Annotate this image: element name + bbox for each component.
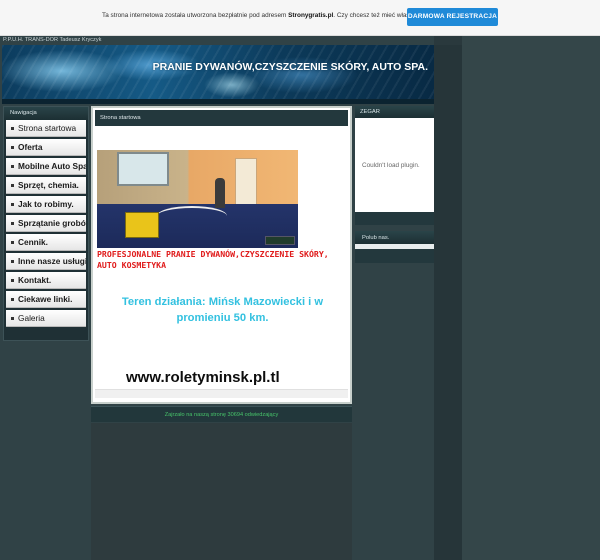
bullet-icon (11, 184, 14, 188)
nav-item-label: Cennik. (18, 237, 48, 247)
nav-item-label: Oferta (18, 142, 43, 152)
nav-item-sprzatanie-grobow[interactable]: Sprzątanie grobów. (6, 215, 86, 232)
nav-item-jak-to-robimy[interactable]: Jak to robimy. (6, 196, 86, 213)
bullet-icon (11, 298, 14, 302)
nav-item-galeria[interactable]: Galeria (6, 310, 86, 327)
navigation-sidebar: Nawigacja Strona startowa Oferta Mobilne… (3, 106, 89, 341)
content-bottom-divider (95, 389, 348, 398)
bullet-icon (11, 127, 14, 131)
main-content: Strona startowa PROFESJONALNE PRANIE DYW… (91, 106, 352, 404)
photo-window (117, 152, 169, 186)
nav-item-label: Mobilne Auto Spa. (18, 161, 86, 171)
company-name: P.P.U.H. TRANS-DOR Tadeusz Kryczyk (3, 37, 102, 43)
bullet-icon (11, 203, 14, 207)
content-lower-area (91, 423, 352, 560)
nav-item-label: Sprzęt, chemia. (18, 180, 79, 190)
photo-door (235, 158, 257, 208)
registration-notice-bar: Ta strona internetowa została utworzona … (0, 0, 600, 36)
visitor-counter-bar: Zajrzało na naszą stronę 30694 odwiedzaj… (91, 406, 352, 422)
clock-footer (355, 212, 434, 225)
navigation-header: Nawigacja (4, 107, 88, 120)
right-sidebar: ZEGAR Couldn't load plugin. Polub nas. (355, 106, 434, 263)
nav-item-label: Ciekawe linki. (18, 294, 73, 304)
photo-cleaning-machine (125, 212, 159, 238)
like-us-footer (355, 249, 434, 263)
bullet-icon (11, 146, 14, 150)
nav-item-ciekawe-linki[interactable]: Ciekawe linki. (6, 291, 86, 308)
nav-item-label: Inne nasze usługi. (18, 256, 86, 266)
website-url-link[interactable]: www.roletyminsk.pl.tl (126, 369, 280, 386)
nav-item-mobilne-auto-spa[interactable]: Mobilne Auto Spa. (6, 158, 86, 175)
nav-item-label: Galeria (18, 313, 45, 323)
clock-plugin-box: Couldn't load plugin. (355, 118, 434, 212)
plugin-error-message: Couldn't load plugin. (362, 162, 420, 169)
right-edge-strip (434, 45, 462, 560)
free-registration-button[interactable]: DARMOWA REJESTRACJA (407, 8, 498, 26)
bullet-icon (11, 260, 14, 264)
bullet-icon (11, 317, 14, 321)
notice-text-prefix: Ta strona internetowa została utworzona … (102, 12, 287, 19)
services-headline: PROFESJONALNE PRANIE DYWANÓW,CZYSZCZENIE… (97, 249, 329, 270)
notice-text: Ta strona internetowa została utworzona … (102, 12, 440, 19)
clock-header: ZEGAR (355, 106, 434, 118)
nav-item-cennik[interactable]: Cennik. (6, 234, 86, 251)
site-title: PRANIE DYWANÓW,CZYSZCZENIE SKÓRY, AUTO S… (152, 61, 428, 73)
banner-bottom-strip (2, 99, 434, 104)
nav-item-strona-startowa[interactable]: Strona startowa (6, 120, 86, 137)
service-area-text: Teren działania: Mińsk Mazowiecki i w pr… (121, 296, 324, 324)
header-banner: PRANIE DYWANÓW,CZYSZCZENIE SKÓRY, AUTO S… (2, 45, 434, 99)
nav-item-label: Jak to robimy. (18, 199, 74, 209)
photo-watermark-logo (265, 236, 295, 245)
nav-item-inne-uslugi[interactable]: Inne nasze usługi. (6, 253, 86, 270)
nav-item-kontakt[interactable]: Kontakt. (6, 272, 86, 289)
nav-item-label: Kontakt. (18, 275, 52, 285)
bullet-icon (11, 222, 14, 226)
photo-worker (215, 178, 225, 208)
nav-item-label: Sprzątanie grobów. (18, 218, 86, 228)
nav-item-oferta[interactable]: Oferta (6, 139, 86, 156)
nav-item-sprzet-chemia[interactable]: Sprzęt, chemia. (6, 177, 86, 194)
content-header: Strona startowa (95, 110, 348, 126)
notice-site-name[interactable]: Stronygratis.pl (288, 12, 333, 19)
like-us-header: Polub nas. (355, 231, 434, 244)
visitor-counter-text: Zajrzało na naszą stronę 30694 odwiedzaj… (164, 412, 279, 418)
bullet-icon (11, 279, 14, 283)
carpet-cleaning-photo (97, 150, 298, 248)
bullet-icon (11, 165, 14, 169)
bullet-icon (11, 241, 14, 245)
photo-hose (157, 206, 227, 226)
nav-item-label: Strona startowa (18, 123, 77, 133)
